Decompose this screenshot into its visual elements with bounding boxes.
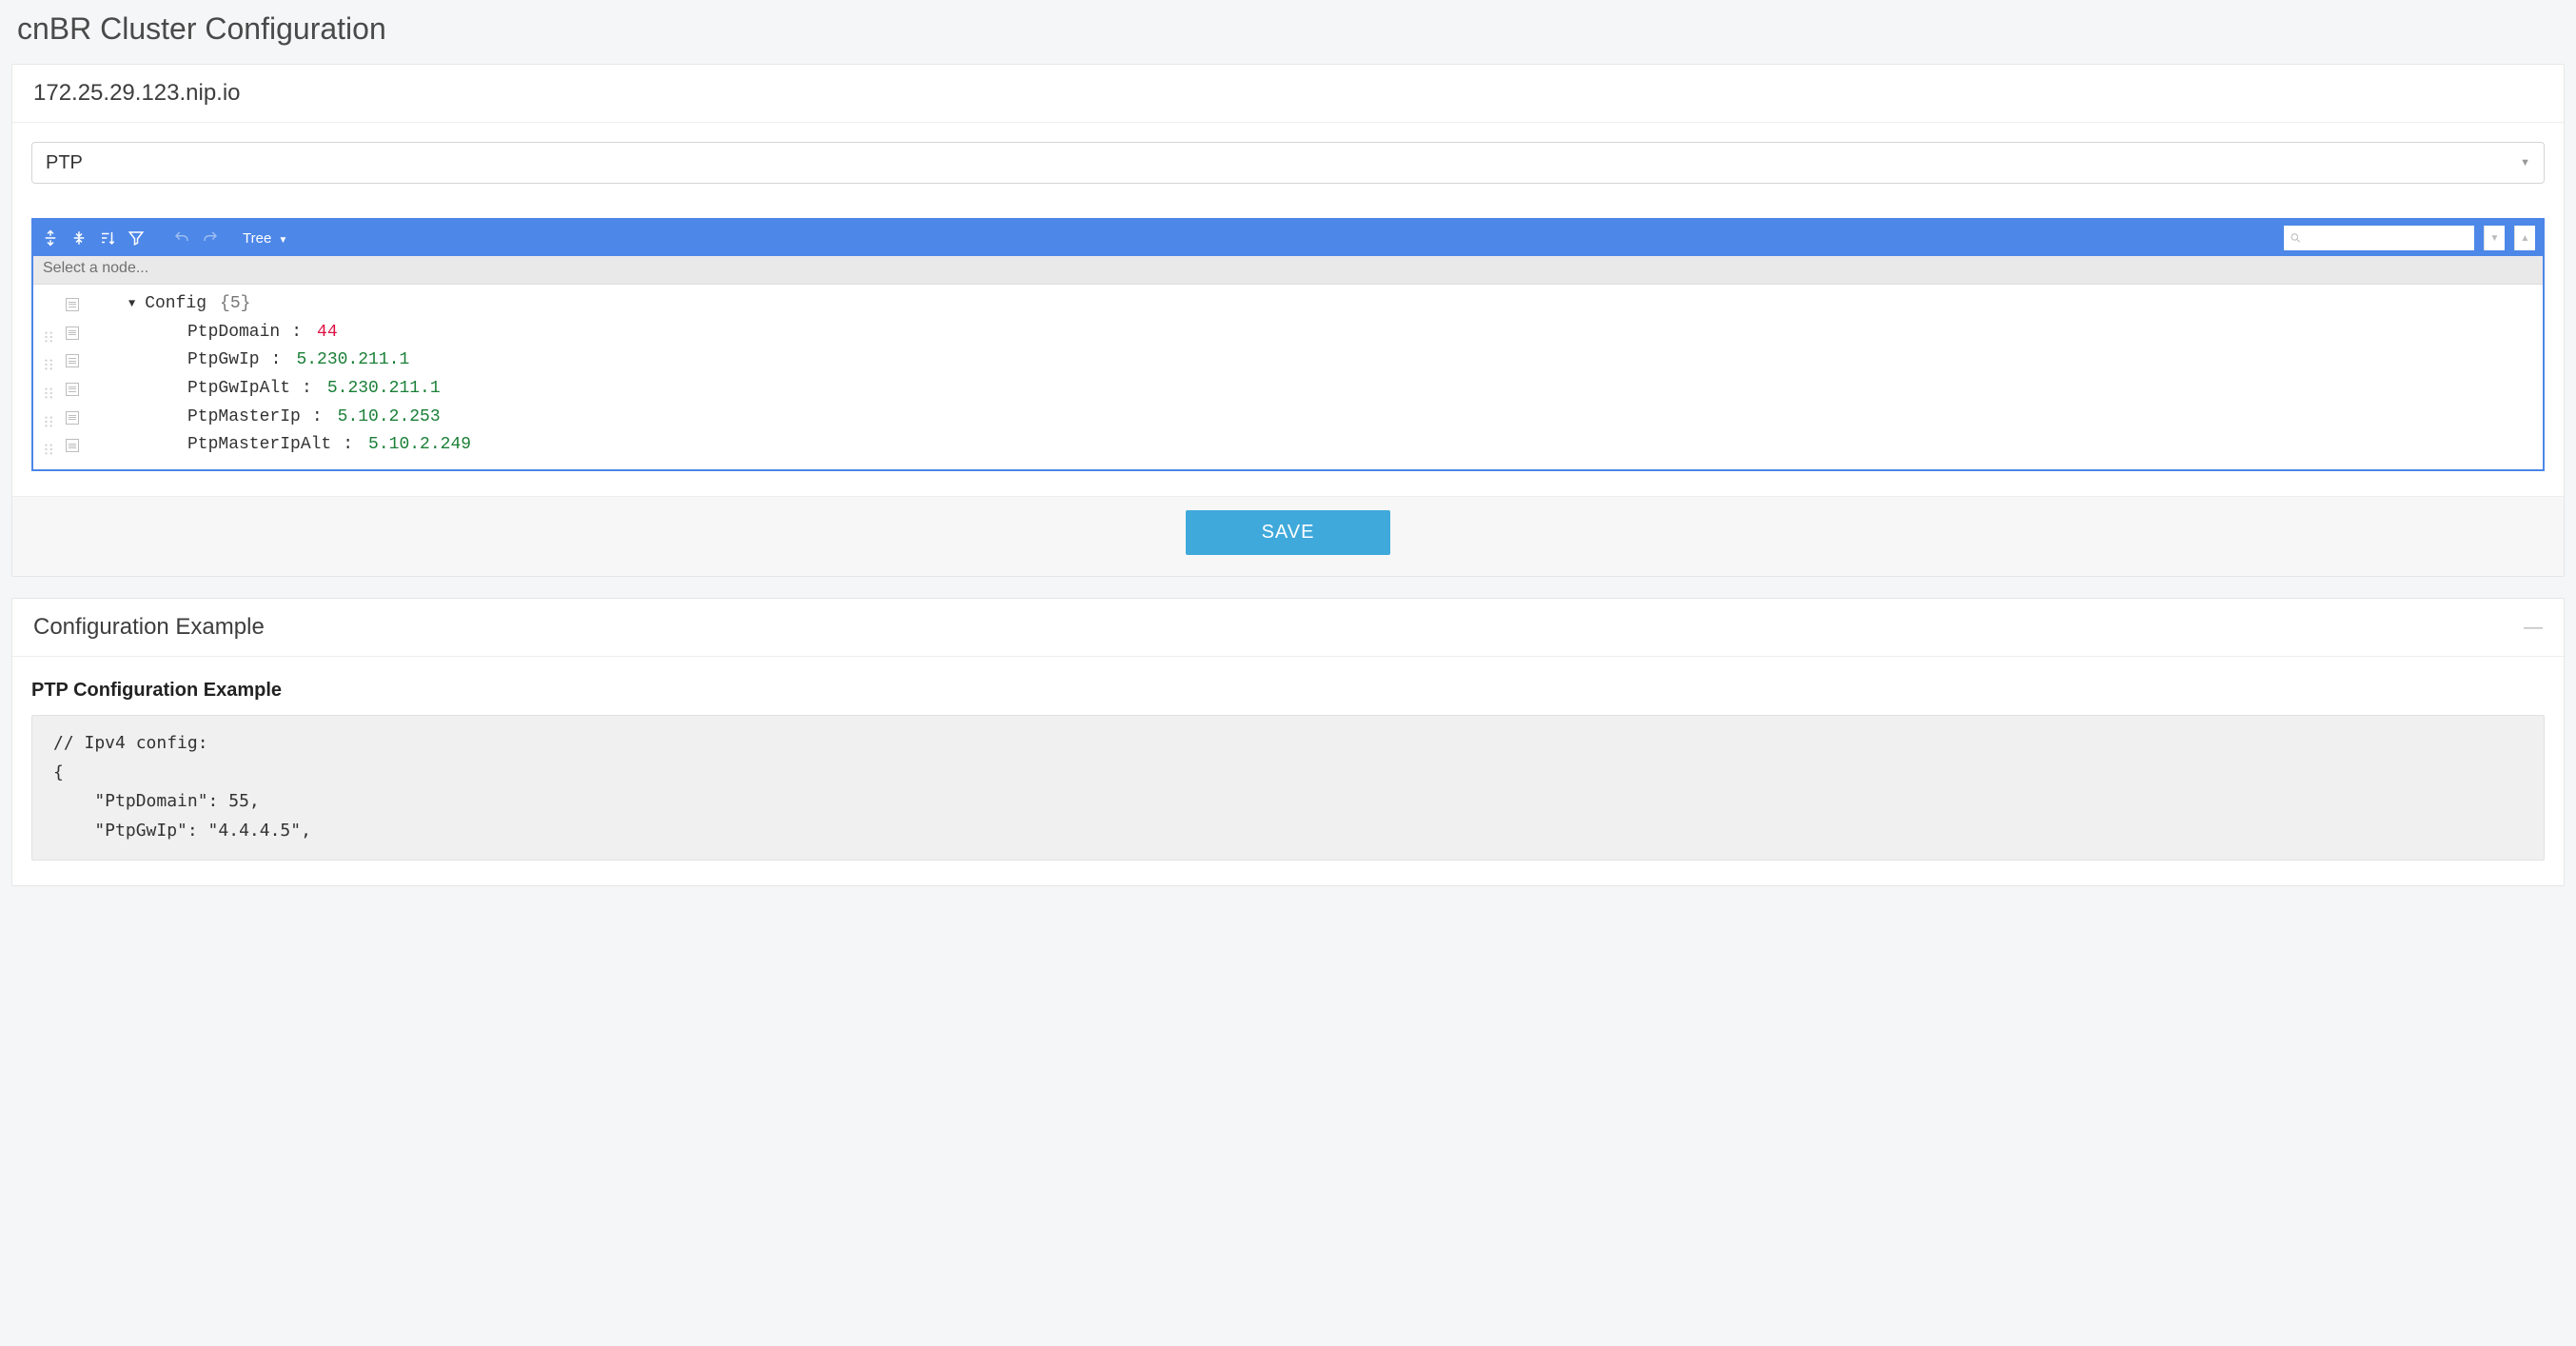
- json-editor: Tree ▼ ▼ ▲ Select a node...: [31, 218, 2545, 471]
- tree-root-key: Config: [145, 290, 206, 319]
- search-next-icon: ▼: [2484, 226, 2505, 250]
- tree-row[interactable]: PtpMasterIpAlt:5.10.2.249: [33, 431, 2543, 460]
- tree-root-row[interactable]: ▼ Config {5}: [33, 290, 2543, 319]
- context-menu-icon[interactable]: [66, 298, 79, 311]
- drag-handle-icon[interactable]: [43, 327, 56, 340]
- editor-mode-dropdown[interactable]: Tree ▼: [243, 230, 287, 247]
- example-title: Configuration Example: [33, 614, 265, 641]
- chevron-down-icon: ▼: [2520, 157, 2530, 168]
- drag-handle-icon[interactable]: [43, 383, 56, 396]
- tree-root-count: {5}: [220, 290, 250, 319]
- host-title: 172.25.29.123.nip.io: [33, 80, 241, 107]
- tree-row[interactable]: PtpMasterIp:5.10.2.253: [33, 404, 2543, 432]
- save-button[interactable]: SAVE: [1186, 510, 1391, 555]
- editor-toolbar: Tree ▼ ▼ ▲: [33, 220, 2543, 256]
- context-menu-icon[interactable]: [66, 327, 79, 340]
- filter-icon[interactable]: [127, 228, 146, 247]
- save-row: SAVE: [12, 496, 2564, 576]
- tree-row[interactable]: PtpGwIpAlt:5.230.211.1: [33, 375, 2543, 404]
- context-menu-icon[interactable]: [66, 383, 79, 396]
- sort-icon[interactable]: [98, 228, 117, 247]
- tree-row[interactable]: PtpGwIp:5.230.211.1: [33, 346, 2543, 375]
- search-icon: [2290, 231, 2302, 245]
- tree-row[interactable]: PtpDomain:44: [33, 319, 2543, 347]
- host-panel: 172.25.29.123.nip.io PTP ▼: [11, 64, 2565, 577]
- expand-all-icon[interactable]: [41, 228, 60, 247]
- tree-value[interactable]: 5.230.211.1: [296, 346, 409, 375]
- context-menu-icon[interactable]: [66, 411, 79, 425]
- undo-icon: [172, 228, 191, 247]
- editor-search-input[interactable]: [2306, 230, 2468, 246]
- redo-icon: [201, 228, 220, 247]
- example-panel: Configuration Example — PTP Configuratio…: [11, 598, 2565, 885]
- tree-value[interactable]: 5.10.2.253: [338, 404, 441, 432]
- context-menu-icon[interactable]: [66, 354, 79, 367]
- drag-handle-icon[interactable]: [43, 354, 56, 367]
- tree-value[interactable]: 5.230.211.1: [327, 375, 441, 404]
- tree-key[interactable]: PtpDomain: [187, 319, 280, 347]
- drag-handle-icon[interactable]: [43, 411, 56, 425]
- example-code: // Ipv4 config: { "PtpDomain": 55, "PtpG…: [31, 715, 2545, 860]
- config-select-value: PTP: [46, 152, 83, 174]
- tree-key[interactable]: PtpGwIpAlt: [187, 375, 290, 404]
- tree-value[interactable]: 5.10.2.249: [368, 431, 471, 460]
- collapse-all-icon[interactable]: [69, 228, 88, 247]
- tree-key[interactable]: PtpMasterIp: [187, 404, 301, 432]
- tree-value[interactable]: 44: [317, 319, 338, 347]
- editor-search[interactable]: [2284, 226, 2474, 250]
- tree-key[interactable]: PtpGwIp: [187, 346, 260, 375]
- collapse-icon[interactable]: —: [2524, 617, 2543, 639]
- node-path-bar[interactable]: Select a node...: [33, 256, 2543, 285]
- drag-handle-icon[interactable]: [43, 439, 56, 452]
- editor-mode-label: Tree: [243, 230, 271, 247]
- context-menu-icon[interactable]: [66, 439, 79, 452]
- page-title: cnBR Cluster Configuration: [17, 11, 2565, 47]
- tree-key[interactable]: PtpMasterIpAlt: [187, 431, 331, 460]
- search-prev-icon: ▲: [2514, 226, 2535, 250]
- config-select[interactable]: PTP ▼: [31, 142, 2545, 184]
- caret-down-icon[interactable]: ▼: [128, 295, 135, 314]
- json-tree: ▼ Config {5} PtpDomain:44PtpGwIp:5.230.2…: [33, 285, 2543, 469]
- chevron-down-icon: ▼: [278, 235, 287, 246]
- example-subtitle: PTP Configuration Example: [31, 680, 2545, 702]
